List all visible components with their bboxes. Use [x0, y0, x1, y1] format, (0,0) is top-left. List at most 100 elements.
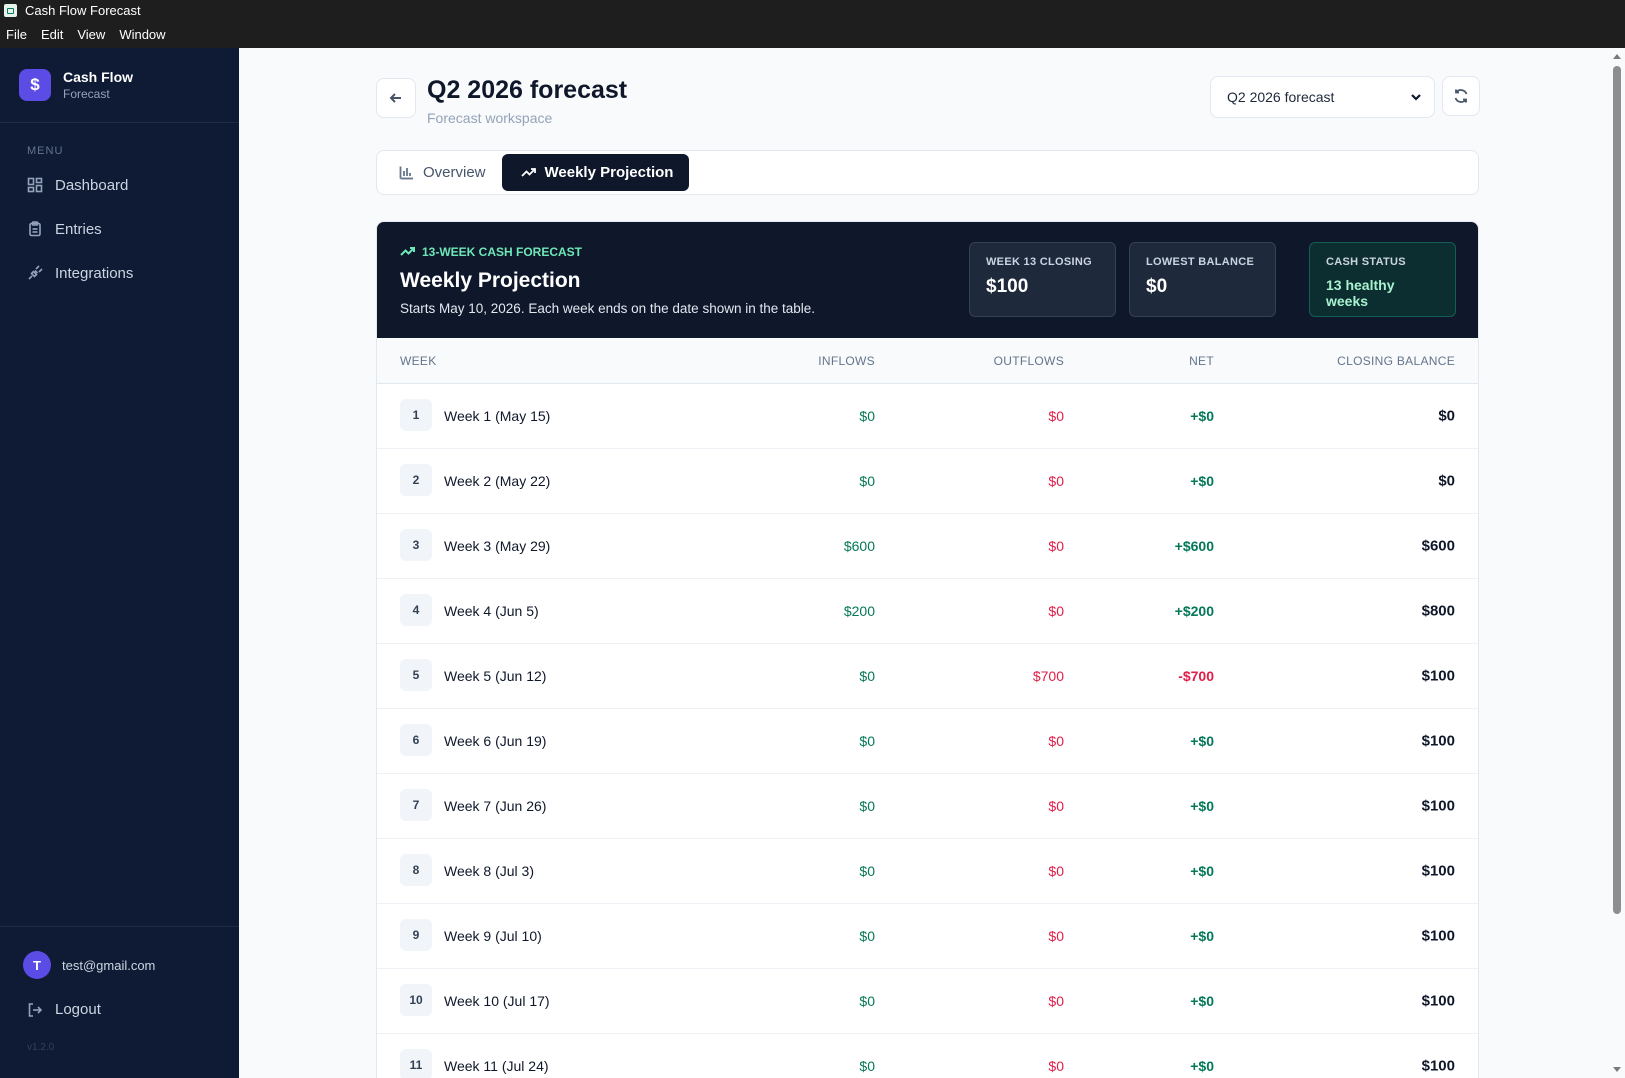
inflows-value: $0	[859, 408, 875, 424]
section-description: Starts May 10, 2026. Each week ends on t…	[400, 301, 816, 316]
table-row[interactable]: 11 Week 11 (Jul 24) $0 $0 +$0 $100	[377, 1034, 1478, 1078]
sidebar-item-label: Integrations	[55, 264, 134, 282]
window-titlebar: Cash Flow Forecast	[0, 0, 1625, 21]
sidebar-item-integrations[interactable]: Integrations	[0, 251, 239, 295]
scroll-down-arrow[interactable]	[1613, 1067, 1621, 1072]
inflows-value: $200	[843, 603, 875, 619]
section-eyebrow: 13-WEEK CASH FORECAST	[400, 244, 582, 259]
table-row[interactable]: 9 Week 9 (Jul 10) $0 $0 +$0 $100	[377, 904, 1478, 969]
table-header: WEEK INFLOWS OUTFLOWS NET CLOSING BALANC…	[377, 338, 1478, 384]
vertical-scrollbar[interactable]	[1609, 48, 1625, 1078]
week-number-badge: 8	[400, 854, 432, 886]
inflows-value: $0	[859, 928, 875, 944]
week-label: Week 7 (Jun 26)	[444, 798, 547, 814]
app-icon	[4, 4, 17, 17]
week-label: Week 5 (Jun 12)	[444, 668, 547, 684]
outflows-value: $0	[1048, 928, 1064, 944]
table-row[interactable]: 8 Week 8 (Jul 3) $0 $0 +$0 $100	[377, 839, 1478, 904]
brand[interactable]: $ Cash Flow Forecast	[0, 48, 239, 123]
outflows-value: $0	[1048, 473, 1064, 489]
page-header: Q2 2026 forecast Forecast workspace Q2 2…	[376, 76, 1480, 136]
table-row[interactable]: 7 Week 7 (Jun 26) $0 $0 +$0 $100	[377, 774, 1478, 839]
table-row[interactable]: 6 Week 6 (Jun 19) $0 $0 +$0 $100	[377, 709, 1478, 774]
table-row[interactable]: 1 Week 1 (May 15) $0 $0 +$0 $0	[377, 384, 1478, 449]
table-row[interactable]: 3 Week 3 (May 29) $600 $0 +$600 $600	[377, 514, 1478, 579]
tab-label: Weekly Projection	[544, 164, 674, 181]
stat-label: WEEK 13 CLOSING	[986, 256, 1092, 268]
outflows-value: $0	[1048, 863, 1064, 879]
closing-balance-value: $100	[1421, 862, 1455, 880]
column-header-week[interactable]: WEEK	[400, 354, 437, 368]
bar-chart-icon	[399, 166, 413, 180]
table-row[interactable]: 5 Week 5 (Jun 12) $0 $700 -$700 $100	[377, 644, 1478, 709]
table-row[interactable]: 2 Week 2 (May 22) $0 $0 +$0 $0	[377, 449, 1478, 514]
user-email: test@gmail.com	[62, 957, 156, 973]
closing-balance-value: $0	[1438, 472, 1455, 490]
table-row[interactable]: 4 Week 4 (Jun 5) $200 $0 +$200 $800	[377, 579, 1478, 644]
menubar: File Edit View Window	[0, 21, 1625, 48]
inflows-value: $0	[859, 863, 875, 879]
column-header-closing-balance[interactable]: CLOSING BALANCE	[1337, 354, 1455, 368]
user-profile[interactable]: T test@gmail.com	[0, 927, 239, 979]
outflows-value: $0	[1048, 993, 1064, 1009]
refresh-button[interactable]	[1442, 76, 1480, 116]
page-title: Q2 2026 forecast	[427, 76, 628, 104]
scroll-up-arrow[interactable]	[1613, 54, 1621, 59]
week-label: Week 6 (Jun 19)	[444, 733, 547, 749]
week-number-badge: 2	[400, 464, 432, 496]
outflows-value: $0	[1048, 603, 1064, 619]
net-value: +$0	[1190, 863, 1214, 879]
week-number-badge: 1	[400, 399, 432, 431]
sidebar-item-dashboard[interactable]: Dashboard	[0, 163, 239, 207]
net-value: +$0	[1190, 798, 1214, 814]
net-value: +$0	[1190, 928, 1214, 944]
sidebar-footer: T test@gmail.com Logout v1.2.0	[0, 926, 239, 1078]
week-number-badge: 10	[400, 984, 432, 1016]
menu-window[interactable]: Window	[119, 27, 165, 42]
closing-balance-value: $0	[1438, 407, 1455, 425]
inflows-value: $0	[859, 668, 875, 684]
stat-cash-status: CASH STATUS 13 healthy weeks	[1309, 242, 1456, 317]
week-label: Week 9 (Jul 10)	[444, 928, 542, 944]
net-value: +$200	[1174, 603, 1214, 619]
tab-weekly-projection[interactable]: Weekly Projection	[501, 154, 690, 191]
scroll-thumb[interactable]	[1613, 66, 1621, 914]
closing-balance-value: $100	[1421, 667, 1455, 685]
outflows-value: $0	[1048, 538, 1064, 554]
forecast-select[interactable]: Q2 2026 forecast	[1210, 76, 1435, 118]
menu-file[interactable]: File	[6, 27, 27, 42]
arrow-left-icon	[389, 93, 401, 103]
menu-view[interactable]: View	[77, 27, 105, 42]
page-subtitle: Forecast workspace	[427, 110, 553, 126]
back-button[interactable]	[376, 78, 416, 118]
week-number-badge: 6	[400, 724, 432, 756]
column-header-inflows[interactable]: INFLOWS	[818, 354, 875, 368]
net-value: +$600	[1174, 538, 1214, 554]
table-body: 1 Week 1 (May 15) $0 $0 +$0 $0 2 Week 2 (May 22…	[377, 384, 1478, 1078]
week-label: Week 11 (Jul 24)	[444, 1058, 549, 1074]
app-version: v1.2.0	[27, 1042, 55, 1053]
closing-balance-value: $100	[1421, 732, 1455, 750]
outflows-value: $700	[1032, 668, 1064, 684]
inflows-value: $0	[859, 473, 875, 489]
menu-edit[interactable]: Edit	[41, 27, 63, 42]
column-header-net[interactable]: NET	[1189, 354, 1214, 368]
trending-up-icon	[520, 168, 536, 177]
week-label: Week 3 (May 29)	[444, 538, 551, 554]
closing-balance-value: $100	[1421, 797, 1455, 815]
stat-week13-closing: WEEK 13 CLOSING $100	[969, 242, 1116, 317]
sidebar-item-entries[interactable]: Entries	[0, 207, 239, 251]
inflows-value: $0	[859, 1058, 875, 1074]
net-value: +$0	[1190, 993, 1214, 1009]
column-header-outflows[interactable]: OUTFLOWS	[994, 354, 1064, 368]
sidebar-item-label: Entries	[55, 220, 102, 238]
net-value: +$0	[1190, 408, 1214, 424]
table-row[interactable]: 10 Week 10 (Jul 17) $0 $0 +$0 $100	[377, 969, 1478, 1034]
tab-overview[interactable]: Overview	[380, 154, 502, 191]
projection-summary: 13-WEEK CASH FORECAST Weekly Projection …	[377, 222, 1478, 338]
stat-value: $0	[1146, 276, 1168, 297]
closing-balance-value: $100	[1421, 992, 1455, 1010]
closing-balance-value: $100	[1421, 927, 1455, 945]
logout-button[interactable]: Logout	[0, 979, 239, 1018]
closing-balance-value: $100	[1421, 1057, 1455, 1075]
